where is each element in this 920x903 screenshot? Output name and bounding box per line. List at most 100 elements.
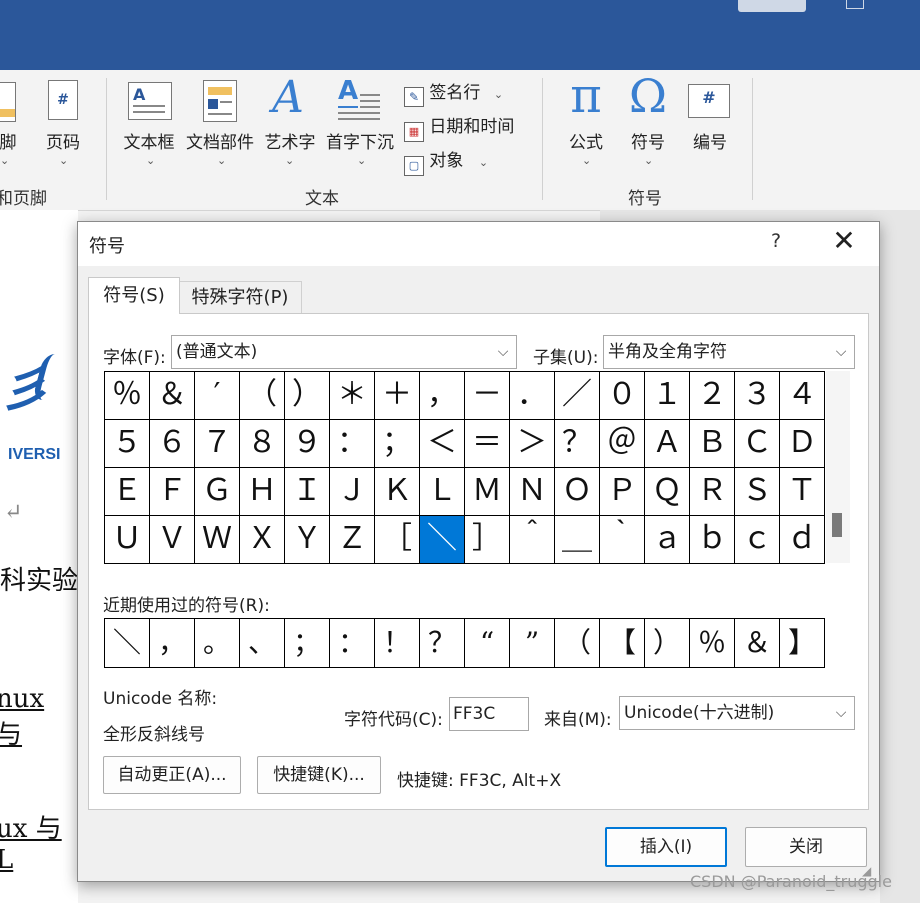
symbol-cell[interactable]: Ｙ [285,516,330,564]
wordart-icon[interactable]: A [268,74,308,122]
symbol-cell[interactable]: Ｏ [555,468,600,516]
symbol-cell[interactable]: ｀ [600,516,645,564]
recent-symbols-grid[interactable]: ＼，。、；：！？ “” （【）％＆】 [104,618,825,668]
page-number-icon[interactable]: # [48,80,78,120]
symbol-cell[interactable]: ＞ [510,420,555,468]
close-icon[interactable]: ✕ [832,226,856,256]
symbol-cell[interactable]: ［ [375,516,420,564]
recent-symbol-cell[interactable]: 。 [195,619,240,668]
symbol-cell[interactable]: Ｔ [780,468,825,516]
recent-symbol-cell[interactable]: ； [285,619,330,668]
from-dropdown[interactable]: Unicode(十六进制) ⌵ [619,696,855,730]
symbol-cell[interactable]: － [465,372,510,420]
symbol-cell[interactable]: ７ [195,420,240,468]
symbol-cell[interactable]: ； [375,420,420,468]
symbol-cell[interactable]: Ａ [645,420,690,468]
symbol-cell[interactable]: ＾ [510,516,555,564]
restore-icon[interactable] [846,0,864,9]
drop-cap-button[interactable]: 首字下沉 [322,128,398,153]
symbol-cell[interactable]: Ｅ [105,468,150,516]
recent-symbol-cell[interactable]: ！ [375,619,420,668]
symbol-cell[interactable]: １ [645,372,690,420]
symbol-cell[interactable]: ： [330,420,375,468]
recent-symbol-cell[interactable]: 、 [240,619,285,668]
chevron-down-icon[interactable]: ⌄ [217,154,226,167]
symbol-cell[interactable]: Ｇ [195,468,240,516]
wordart-button[interactable]: 艺术字 [260,128,320,153]
quick-parts-button[interactable]: 文档部件 [182,128,258,153]
symbol-cell[interactable]: ３ [735,372,780,420]
symbol-cell[interactable]: ６ [150,420,195,468]
symbol-cell[interactable]: ＼ [420,516,465,564]
chevron-down-icon[interactable]: ⌄ [582,154,591,167]
symbol-cell[interactable]: Ｕ [105,516,150,564]
recent-symbol-cell[interactable]: ％ [690,619,735,668]
symbol-cell[interactable]: Ｖ [150,516,195,564]
insert-button[interactable]: 插入(I) [605,827,727,867]
symbol-cell[interactable]: Ｑ [645,468,690,516]
symbol-cell[interactable]: ． [510,372,555,420]
chevron-down-icon[interactable]: ⌄ [0,154,9,167]
symbol-cell[interactable]: ？ [555,420,600,468]
symbol-cell[interactable]: ＋ [375,372,420,420]
document-page[interactable]: 彡 IVERSI ↵ 科实验 nux 与 ux 与 L [0,210,81,903]
number-icon[interactable]: # [688,84,730,118]
symbol-icon[interactable]: Ω [626,70,670,122]
char-code-input[interactable]: FF3C [449,697,529,731]
recent-symbol-cell[interactable]: ？ [420,619,465,668]
chevron-down-icon[interactable]: ⌄ [59,154,68,167]
symbol-cell[interactable]: ａ [645,516,690,564]
recent-symbol-cell[interactable]: 】 [780,619,825,668]
shortcut-key-button[interactable]: 快捷键(K)... [257,756,381,794]
subset-dropdown[interactable]: 半角及全角字符 ⌵ [603,335,855,369]
page-number-button[interactable]: 页码 [40,128,86,153]
symbol-cell[interactable]: Ｃ [735,420,780,468]
footer-button[interactable]: 脚 [0,128,20,153]
symbol-cell[interactable]: ， [420,372,465,420]
symbol-cell[interactable]: ８ [240,420,285,468]
symbol-cell[interactable]: Ｌ [420,468,465,516]
autocorrect-button[interactable]: 自动更正(A)... [103,756,241,794]
symbol-cell[interactable]: ４ [780,372,825,420]
symbol-cell[interactable]: ′ [195,372,240,420]
symbol-cell[interactable]: Ｂ [690,420,735,468]
symbol-cell[interactable]: ５ [105,420,150,468]
text-box-icon[interactable]: A [128,82,172,120]
footer-icon[interactable] [0,82,16,122]
symbol-cell[interactable]: Ｘ [240,516,285,564]
symbol-cell[interactable]: Ｚ [330,516,375,564]
chevron-down-icon[interactable]: ⌄ [146,154,155,167]
symbol-cell[interactable]: Ｉ [285,468,330,516]
symbol-cell[interactable]: ＜ [420,420,465,468]
symbol-cell[interactable]: ９ [285,420,330,468]
symbol-cell[interactable]: ） [285,372,330,420]
recent-symbol-cell[interactable]: ” [510,619,555,668]
scrollbar-thumb[interactable] [832,513,842,537]
drop-cap-icon[interactable]: A [338,76,382,122]
symbol-cell[interactable]: ＊ [330,372,375,420]
equation-icon[interactable]: π [564,70,608,122]
quick-parts-icon[interactable] [203,80,237,122]
recent-symbol-cell[interactable]: ） [645,619,690,668]
symbol-cell[interactable]: ］ [465,516,510,564]
symbol-cell[interactable]: ０ [600,372,645,420]
symbol-cell[interactable]: ／ [555,372,600,420]
date-time-button[interactable]: ▦ 日期和时间 [404,112,514,142]
font-dropdown[interactable]: (普通文本) ⌵ [171,335,517,369]
chevron-down-icon[interactable]: ⌄ [285,154,294,167]
symbol-cell[interactable]: Ｈ [240,468,285,516]
login-button[interactable] [738,0,806,12]
recent-symbol-cell[interactable]: ＆ [735,619,780,668]
symbol-cell[interactable]: Ｒ [690,468,735,516]
symbol-cell[interactable]: ｂ [690,516,735,564]
tab-special-characters[interactable]: 特殊字符(P) [178,281,302,314]
number-button[interactable]: 编号 [686,128,734,153]
symbol-cell[interactable]: ＠ [600,420,645,468]
chevron-down-icon[interactable]: ⌄ [357,154,366,167]
signature-line-button[interactable]: ✎ 签名行 ⌄ [404,78,503,107]
symbol-button[interactable]: 符号 [624,128,672,153]
symbol-cell[interactable]: ＝ [465,420,510,468]
symbol-grid-scrollbar[interactable] [826,371,850,563]
recent-symbol-cell[interactable]: ＼ [105,619,150,668]
chevron-down-icon[interactable]: ⌄ [644,154,653,167]
